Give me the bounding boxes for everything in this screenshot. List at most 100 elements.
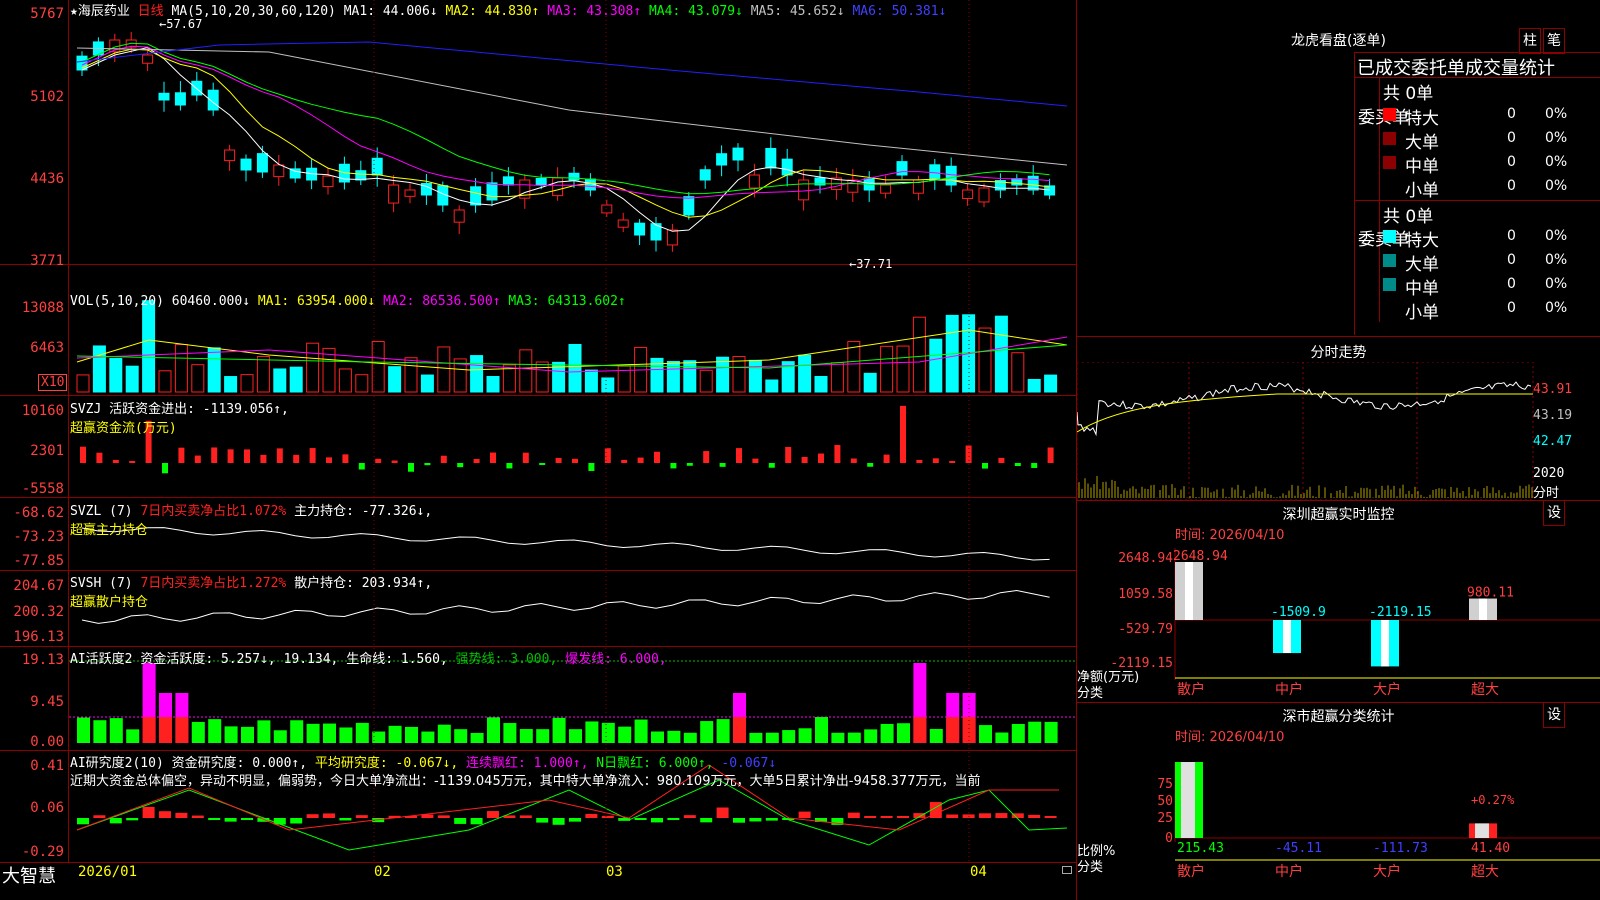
pen-mode-button[interactable]: 笔	[1543, 28, 1565, 54]
sz-monitor-settings-button[interactable]: 设	[1543, 500, 1565, 526]
svzj-bar	[916, 459, 923, 463]
bar-mode-button[interactable]: 柱	[1519, 28, 1541, 54]
svzj-axis: 10160 2301 -5558	[0, 395, 64, 497]
sz-class-settings-button[interactable]: 设	[1543, 702, 1565, 728]
svzj-bar	[260, 454, 267, 463]
star-icon[interactable]: ★	[70, 4, 78, 19]
ai2-bar	[667, 818, 680, 820]
sell-row-pct: 0%	[1545, 276, 1568, 292]
candle	[388, 184, 400, 204]
ai1-bar	[552, 717, 566, 743]
szm-bar-label: 2648.94	[1173, 549, 1228, 564]
svsh-ratio: 7日内买卖净占比1.272%	[140, 576, 287, 591]
low-price-label: ←37.71	[849, 257, 892, 271]
ai1-bar	[503, 723, 517, 743]
sell-row-pct: 0%	[1545, 300, 1568, 316]
period-label[interactable]: 日线	[138, 4, 164, 19]
volume-bar	[912, 316, 926, 393]
svzj-axis-label: 10160	[21, 403, 64, 419]
vol-unit-badge[interactable]: X10	[38, 374, 68, 391]
ai2-bar	[651, 818, 663, 823]
sz-monitor-title: 深圳超赢实时监控	[1282, 507, 1395, 523]
ai1-bar	[585, 721, 599, 743]
sz-monitor-chart[interactable]: 2648.94 1059.58 -529.79 -2119.15 2648.94 散户 -1…	[1077, 540, 1600, 700]
ai2-bar	[290, 818, 303, 824]
ma3-legend: MA3: 43.308↑	[547, 4, 642, 19]
ai1-bar	[749, 732, 763, 743]
price-axis-label: 5767	[30, 6, 64, 22]
ai1-bar	[683, 732, 697, 743]
svzj-bar	[194, 455, 201, 463]
ai1-bar-core	[946, 717, 960, 743]
buy-row: 大单 0 0%	[1383, 128, 1600, 153]
vol-ma2-legend: MA2: 86536.500↑	[383, 294, 501, 309]
ai1-bar	[208, 719, 222, 743]
svzj-bar	[539, 463, 546, 465]
vol-legend-title: VOL(5,10,20)	[70, 294, 164, 309]
candle	[273, 164, 285, 178]
ai1-bar	[388, 725, 402, 743]
ai1-bar	[109, 718, 123, 743]
candle	[142, 54, 154, 64]
ai1-bar	[470, 732, 484, 743]
ai2-bar	[536, 818, 549, 823]
ai1-bar	[273, 730, 287, 743]
svzj-bar	[883, 454, 890, 463]
svzl-axis-label: -77.85	[13, 553, 64, 569]
ma5-line	[76, 47, 1068, 166]
intraday-chart[interactable]	[1077, 362, 1600, 500]
svzj-bar	[736, 448, 742, 463]
volume-bar	[994, 315, 1008, 393]
sell-row-count: 0	[1507, 228, 1516, 244]
ai2-bar	[765, 818, 778, 821]
svzj-value: 活跃资金进出: -1139.056↑,	[109, 402, 289, 417]
volume-bar	[256, 355, 270, 393]
ai1-axis-label: 19.13	[21, 652, 64, 668]
volume-bar	[847, 341, 861, 393]
szc-category-label: 大户	[1373, 863, 1401, 880]
intraday-avg-line	[1077, 393, 1533, 433]
szc-axis-label: 25	[1157, 811, 1173, 826]
volume-bar	[535, 361, 549, 393]
ai2-bar	[191, 815, 204, 818]
vol-axis-label: 13088	[21, 300, 64, 316]
buy-row: 小单 0 0%	[1383, 176, 1600, 201]
ai1-bar	[454, 729, 468, 743]
buy-row-count: 0	[1507, 130, 1516, 146]
sz-class-chart[interactable]: 75 50 25 0 215.43 散户 -45.11 中户 -111.73 大户 41.40 +0.…	[1077, 742, 1600, 900]
ai2-title: AI研究度2(10)	[70, 756, 164, 771]
candle	[683, 196, 695, 216]
buy-color-swatch	[1383, 180, 1396, 193]
volume-bar	[814, 375, 828, 393]
dragon-stats-panel: 已成交委托单成交量统计 委买单 共 0单 特大00%大单00%中单00%小单00…	[1354, 52, 1600, 335]
volume-bar	[191, 364, 205, 393]
svzl-title: SVZL (7)	[70, 504, 133, 519]
svzj-bar	[785, 447, 792, 463]
lock-icon[interactable]	[1062, 866, 1072, 874]
stock-name: 海辰药业	[77, 4, 130, 19]
volume-bar	[388, 366, 402, 393]
volume-bar	[699, 369, 713, 393]
szc-axis-label: 75	[1157, 777, 1173, 792]
buy-row-name: 大单	[1405, 133, 1439, 153]
svzj-bar	[801, 456, 808, 463]
ai2-bar	[339, 818, 352, 821]
svsh-axis: 204.67 200.32 196.13	[0, 570, 64, 646]
ai2-bar	[634, 818, 647, 820]
volume-bar	[748, 359, 762, 393]
svzj-bar	[522, 452, 529, 463]
ai1-bar	[290, 720, 304, 743]
intraday-axis-label: 42.47	[1533, 434, 1573, 449]
svzj-bar	[621, 459, 628, 463]
candle	[978, 187, 990, 203]
svzj-bar	[686, 463, 693, 466]
ai2-avg: 平均研究度: -0.067↓,	[314, 756, 459, 771]
svzl-ratio: 7日内买卖净占比1.072%	[140, 504, 287, 519]
volume-bar	[1027, 378, 1041, 393]
ma6-line	[76, 41, 1068, 107]
ai1-bar-core	[175, 717, 189, 743]
sell-row-count: 0	[1507, 300, 1516, 316]
svzl-hold: 主力持仓: -77.326↓,	[294, 504, 433, 519]
volume-bar	[732, 356, 746, 393]
svzl-axis-label: -68.62	[13, 505, 64, 521]
